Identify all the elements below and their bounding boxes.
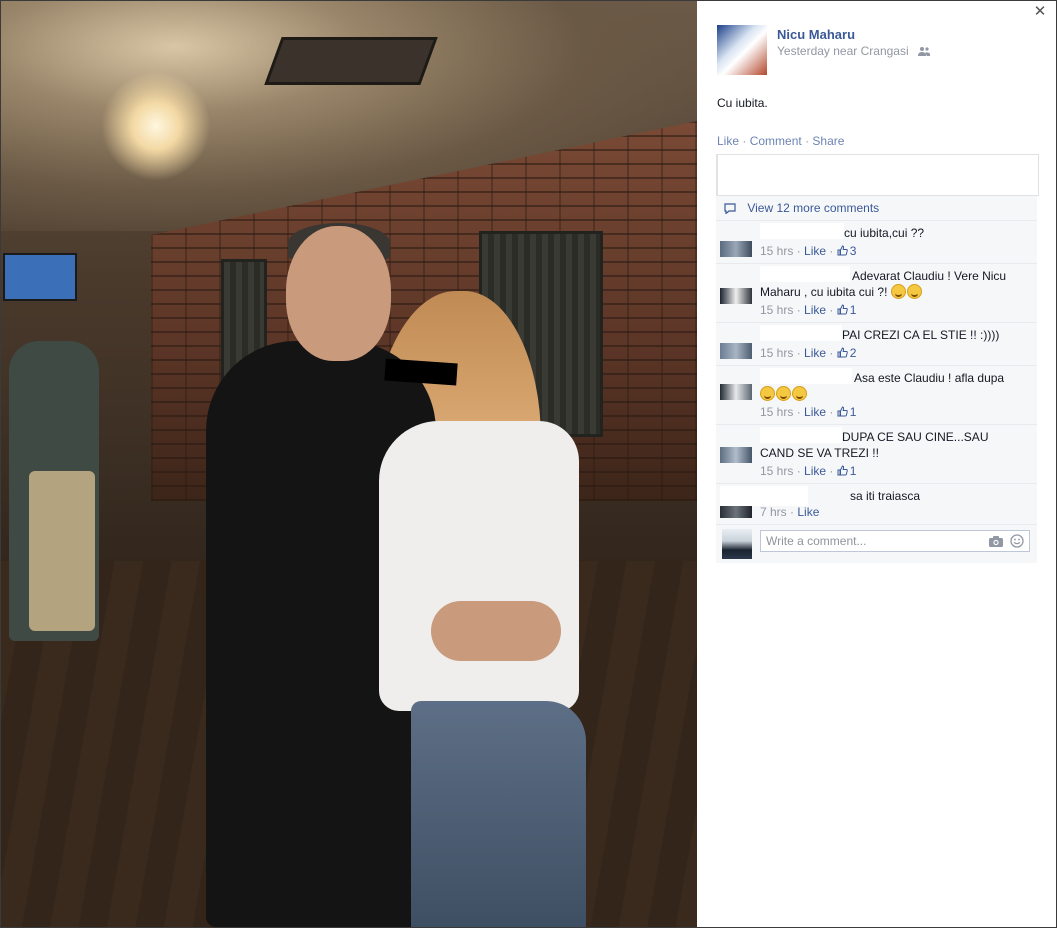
redacted-name [760,223,844,239]
comment-text: cu iubita,cui ?? [844,226,925,240]
view-more-label: View 12 more comments [747,201,880,215]
comment-item: DUPA CE SAU CINE...SAU CAND SE VA TREZI … [716,425,1037,484]
post-caption: Cu iubita. [717,96,768,110]
comment-time[interactable]: 15 hrs [760,405,793,419]
post-header: Nicu Maharu Yesterday near Crangasi [717,25,1037,77]
comment-meta: 15 hrs · Like · 2 [760,346,857,360]
kiss-emoji-icon [906,284,922,299]
thumbs-up-icon [837,304,848,315]
comment-like-link[interactable]: Like [797,505,819,519]
redacted-name [760,325,842,341]
post-actions: Like · Comment · Share [717,134,844,148]
comment-time[interactable]: 15 hrs [760,464,793,478]
comment-item: cu iubita,cui ?? 15 hrs · Like · 3 [716,221,1037,264]
redacted-name [760,427,842,443]
thumbs-up-icon [837,406,848,417]
redacted-name [760,266,850,282]
post-meta: Yesterday near Crangasi [777,44,930,58]
comment-emoji-line [760,386,808,402]
comment-meta: 15 hrs · Like · 1 [760,464,857,478]
thumbs-up-icon [837,465,848,476]
view-more-comments[interactable]: View 12 more comments [716,196,1037,221]
separator: · [742,134,747,148]
redacted-name [760,368,852,384]
comment-text: Adevarat Claudiu ! Vere Nicu [852,269,1007,283]
comments-list: View 12 more comments cu iubita,cui ?? 1… [716,196,1037,563]
thumbs-up-icon [837,347,848,358]
write-comment-row [716,525,1037,563]
comment-meta: 15 hrs · Like · 1 [760,405,857,419]
close-icon[interactable]: ✕ [1033,4,1047,19]
comment-like-link[interactable]: Like [804,405,826,419]
comment-text-continued: Maharu , cu iubita cui ?! [760,285,888,299]
comment-like-count[interactable]: 1 [850,303,857,317]
photo-woman [379,421,579,711]
comment-meta: 7 hrs · Like [760,505,820,519]
commenter-avatar[interactable] [720,506,752,518]
commenter-avatar[interactable] [720,384,752,400]
photo-lamp [101,71,211,181]
comment-item: sa iti traiasca 7 hrs · Like [716,484,1037,525]
comment-text: Asa este Claudiu ! afla dupa [854,371,1005,385]
comment-item: Asa este Claudiu ! afla dupa 15 hrs · Li… [716,366,1037,425]
comment-like-count[interactable]: 1 [850,464,857,478]
comment-like-count[interactable]: 3 [850,244,857,258]
comment-time[interactable]: 7 hrs [760,505,787,519]
emoji-picker-icon[interactable] [1010,534,1024,548]
comment-item: PAI CREZI CA EL STIE !! :)))) 15 hrs · L… [716,323,1037,366]
laughing-emoji-icon [760,386,775,401]
comment-text-line2: Maharu , cu iubita cui ?! [760,284,923,300]
comment-like-count[interactable]: 1 [850,405,857,419]
author-avatar[interactable] [717,25,767,75]
laughing-emoji-icon [792,386,807,401]
comment-like-link[interactable]: Like [804,346,826,360]
comment-time[interactable]: 15 hrs [760,346,793,360]
comment-item: Adevarat Claudiu ! Vere Nicu Maharu , cu… [716,264,1037,323]
comment-text-line2: CAND SE VA TREZI !! [760,446,879,460]
comment-text: sa iti traiasca [850,489,921,503]
photo-tv [3,253,77,301]
laughing-emoji-icon [776,386,791,401]
separator: · [805,134,810,148]
commenter-avatar[interactable] [720,447,752,463]
comment-time[interactable]: 15 hrs [760,303,793,317]
comment-text: PAI CREZI CA EL STIE !! :)))) [842,328,1000,342]
share-link[interactable]: Share [812,134,844,148]
post-photo[interactable] [1,1,697,927]
post-side-panel: ✕ Nicu Maharu Yesterday near Crangasi Cu… [697,1,1055,927]
commenter-avatar[interactable] [720,343,752,359]
photo-background-legs [29,471,95,631]
comment-text: DUPA CE SAU CINE...SAU [842,430,989,444]
post-meta-text[interactable]: Yesterday near Crangasi [777,44,909,58]
redacted-name [720,486,808,506]
like-link[interactable]: Like [717,134,739,148]
photo-arm [431,601,561,661]
comment-like-count[interactable]: 2 [850,346,857,360]
friends-icon[interactable] [917,46,930,56]
comment-like-link[interactable]: Like [804,303,826,317]
commenter-avatar[interactable] [720,288,752,304]
thumbs-up-icon [837,245,848,256]
comment-like-link[interactable]: Like [804,244,826,258]
camera-icon[interactable] [988,534,1004,548]
author-name[interactable]: Nicu Maharu [777,27,855,42]
current-user-avatar [722,529,752,559]
commenter-avatar[interactable] [720,241,752,257]
laughing-emoji-icon [890,284,906,299]
comment-link[interactable]: Comment [750,134,802,148]
likes-box [716,154,1039,196]
comment-time[interactable]: 15 hrs [760,244,793,258]
photo-woman-jeans [411,701,586,927]
comment-meta: 15 hrs · Like · 1 [760,303,857,317]
comment-bubble-icon [724,203,736,214]
photo-man-head [286,226,391,361]
photo-vent [264,37,438,85]
comment-meta: 15 hrs · Like · 3 [760,244,857,258]
comment-like-link[interactable]: Like [804,464,826,478]
